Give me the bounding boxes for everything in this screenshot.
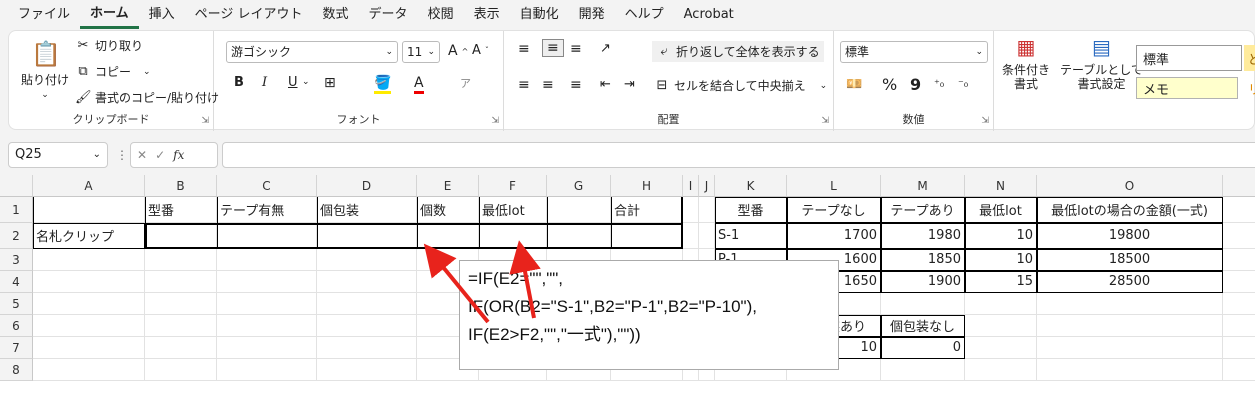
arrow-to-e2 [423,243,490,324]
arrows-overlay [423,240,541,324]
arrow-to-f2 [509,240,541,319]
